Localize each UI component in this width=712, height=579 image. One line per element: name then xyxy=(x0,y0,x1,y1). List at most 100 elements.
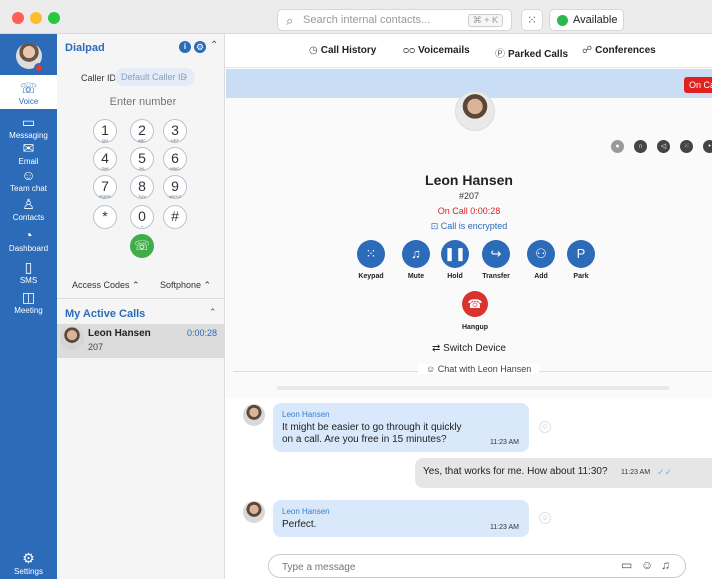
window-minimize-button[interactable] xyxy=(30,12,42,24)
tab-parked-calls[interactable]: Ⓟ Parked Calls xyxy=(495,45,568,60)
active-calls-title: My Active Calls xyxy=(65,308,146,320)
active-call-row[interactable]: Leon Hansen 207 0:00:28 xyxy=(57,324,225,358)
number-input[interactable] xyxy=(81,94,205,110)
active-call-ext: 207 xyxy=(88,342,104,352)
nav-item-voice[interactable]: ☏ Voice xyxy=(0,75,57,109)
microphone-icon[interactable]: ♫ xyxy=(661,558,670,572)
mute-button[interactable]: ♫ Mute xyxy=(396,240,436,280)
active-calls-header: My Active Calls ⌃ xyxy=(57,298,225,324)
key-digit: 4 xyxy=(101,150,109,166)
park-button[interactable]: P Park xyxy=(561,240,601,280)
nav-item-team-chat[interactable]: ☺ Team chat xyxy=(0,167,57,194)
access-codes-toggle[interactable]: Access Codes ⌃ xyxy=(72,280,140,291)
key-letters: ABC xyxy=(137,138,147,143)
dialpad-key-8[interactable]: 8 TUV xyxy=(130,175,154,199)
dialpad-key-0[interactable]: 0 + xyxy=(130,205,154,229)
nav-item-messaging[interactable]: ▭ Messaging xyxy=(0,114,57,141)
avatar xyxy=(243,501,265,523)
speaker-icon[interactable]: ◁ xyxy=(657,140,670,153)
call-status: On Call 0:00:28 xyxy=(437,206,501,216)
action-label: Keypad xyxy=(358,273,384,280)
envelope-icon: ✉ xyxy=(22,140,35,156)
chevron-up-icon[interactable]: ⌃ xyxy=(210,40,218,51)
call-button[interactable]: ☏ xyxy=(130,234,154,258)
action-label: Hold xyxy=(447,273,463,280)
message-input[interactable] xyxy=(282,560,582,574)
nav-item-settings[interactable]: ⚙ Settings xyxy=(0,550,57,577)
nav-item-label: Voice xyxy=(18,97,39,106)
lock-icon: ⊡ xyxy=(430,221,441,231)
parked-icon: Ⓟ xyxy=(495,49,505,60)
add-user-icon: ⚇ xyxy=(527,240,555,268)
gear-icon[interactable]: ⚙ xyxy=(194,41,206,53)
dialpad-key-3[interactable]: 3 DEF xyxy=(163,119,187,143)
info-icon[interactable]: i xyxy=(179,41,191,53)
clock-icon: ◷ xyxy=(309,45,318,56)
nav-item-contacts[interactable]: ♙ Contacts xyxy=(0,196,57,223)
tab-label: Voicemails xyxy=(418,45,470,56)
apps-grid-button[interactable]: ⁙ xyxy=(521,9,543,31)
folder-icon[interactable]: ▭ xyxy=(621,558,632,572)
chevron-up-icon[interactable]: ⌃ xyxy=(209,307,217,318)
dialpad-key-7[interactable]: 7 PQRS xyxy=(93,175,117,199)
add-button[interactable]: ⚇ Add xyxy=(521,240,561,280)
nav-item-meeting[interactable]: ◫ Meeting xyxy=(0,289,57,316)
meeting-icon: ◫ xyxy=(21,289,36,305)
nav-item-email[interactable]: ✉ Email xyxy=(0,140,57,167)
team-chat-icon: ☺ xyxy=(21,167,36,183)
message-bubble-incoming: Leon Hansen It might be easier to go thr… xyxy=(273,403,529,452)
dialpad-key-4[interactable]: 4 GHI xyxy=(93,147,117,171)
message-sender: Leon Hansen xyxy=(282,410,330,419)
hangup-label: Hangup xyxy=(461,324,489,331)
headset-icon[interactable]: ∩ xyxy=(634,140,647,153)
record-icon[interactable]: ● xyxy=(611,140,624,153)
caller-id-value: Default Caller ID xyxy=(121,72,188,82)
tab-voicemails[interactable]: ᴑᴑ Voicemails xyxy=(403,45,470,56)
dialpad-key-star[interactable]: * xyxy=(93,205,117,229)
switch-device-button[interactable]: ⇄ Switch Device xyxy=(226,343,712,354)
tab-bar: ◷ Call History ᴑᴑ Voicemails Ⓟ Parked Calls ☍ C… xyxy=(225,34,712,68)
key-digit: 9 xyxy=(171,178,179,194)
window-close-button[interactable] xyxy=(12,12,24,24)
keypad-button[interactable]: ⁙ Keypad xyxy=(351,240,391,280)
dialpad-key-9[interactable]: 9 WXYZ xyxy=(163,175,187,199)
sms-icon: ▯ xyxy=(24,259,33,275)
dialpad-key-6[interactable]: 6 MNO xyxy=(163,147,187,171)
park-icon: P xyxy=(567,240,595,268)
reaction-icon[interactable]: ☺ xyxy=(539,421,551,433)
window-maximize-button[interactable] xyxy=(48,12,60,24)
dialpad-key-hash[interactable]: # xyxy=(163,205,187,229)
hangup-button[interactable]: ☎ Hangup xyxy=(455,291,495,331)
key-letters: JKL xyxy=(138,166,146,171)
tab-conferences[interactable]: ☍ Conferences xyxy=(582,45,656,56)
reaction-icon[interactable]: ☺ xyxy=(539,512,551,524)
more-icon[interactable]: • xyxy=(703,140,712,153)
tab-call-history[interactable]: ◷ Call History xyxy=(309,45,376,56)
nav-item-dashboard[interactable]: ◔ Dashboard xyxy=(0,227,57,254)
status-dropdown[interactable]: Available ⌄ xyxy=(549,9,624,31)
avatar xyxy=(243,404,265,426)
nav-item-sms[interactable]: ▯ SMS xyxy=(0,259,57,286)
key-digit: 2 xyxy=(138,122,146,138)
caller-id-dropdown[interactable]: Default Caller ID ⌄ xyxy=(115,68,195,86)
key-digit: 8 xyxy=(138,178,146,194)
chevron-down-icon: ⌄ xyxy=(609,13,617,23)
dialpad-key-1[interactable]: 1 QO xyxy=(93,119,117,143)
dialpad-key-2[interactable]: 2 ABC xyxy=(130,119,154,143)
search-input[interactable]: ⌕ Search internal contacts... ⌘ + K xyxy=(277,9,512,31)
dialpad-key-5[interactable]: 5 JKL xyxy=(130,147,154,171)
hold-button[interactable]: ❚❚ Hold xyxy=(435,240,475,280)
message-time: 11:23 AM xyxy=(621,469,651,476)
transfer-button[interactable]: ↪ Transfer xyxy=(476,240,516,280)
read-receipt-icon: ✓✓ xyxy=(657,467,673,477)
softphone-toggle[interactable]: Softphone ⌃ xyxy=(160,280,211,291)
caller-id-label: Caller ID xyxy=(81,73,117,83)
key-digit: 7 xyxy=(101,178,109,194)
message-text: on a call. Are you free in 15 minutes? xyxy=(282,434,447,445)
emoji-icon[interactable]: ☺ xyxy=(641,558,653,572)
dialpad-mini-icon[interactable]: ⁙ xyxy=(680,140,693,153)
search-shortcut-hint: ⌘ + K xyxy=(467,14,503,27)
chat-icon: ☺ xyxy=(426,364,438,374)
message-time: 11:23 AM xyxy=(489,524,519,531)
dialpad-title: Dialpad xyxy=(65,42,105,54)
